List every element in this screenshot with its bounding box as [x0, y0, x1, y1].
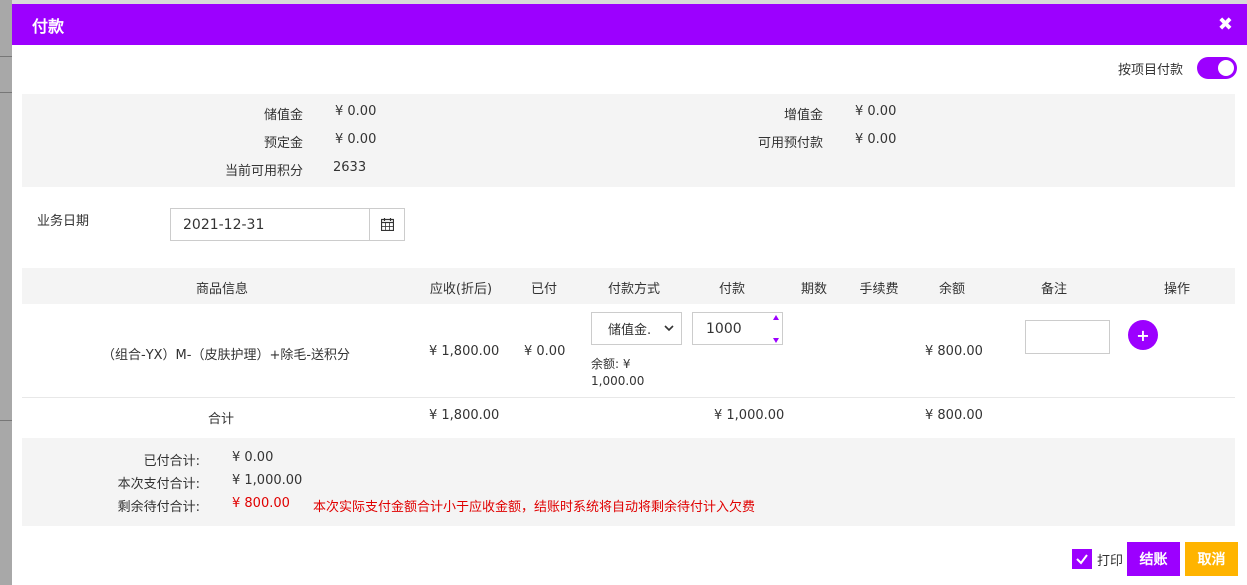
business-date-input[interactable]: [171, 209, 369, 240]
print-label: 打印: [1097, 554, 1124, 569]
total-balance: ¥ 800.00: [925, 408, 983, 423]
total-row: 合计 ¥ 1,800.00 ¥ 1,000.00 ¥ 800.00: [22, 398, 1235, 436]
column-header: 付款方式: [607, 282, 661, 297]
payment-amount-value: 1000: [706, 320, 742, 337]
plus-icon: +: [1136, 325, 1150, 345]
receivable-amount: ¥ 1,800.00: [429, 344, 500, 359]
chevron-down-icon: [664, 325, 674, 332]
balance-info-panel: 储值金 ¥ 0.00 增值金 ¥ 0.00 预定金 ¥ 0.00 可用预付款 ¥…: [22, 94, 1235, 187]
backdrop-divider: [0, 420, 12, 421]
prepay-value: ¥ 0.00: [855, 132, 897, 147]
payment-summary: 已付合计: ¥ 0.00 本次支付合计: ¥ 1,000.00 剩余待付合计: …: [22, 438, 1235, 526]
calendar-icon: [380, 218, 394, 231]
pay-by-item-toggle[interactable]: [1197, 57, 1237, 79]
pay-by-item-label: 按项目付款: [1117, 62, 1183, 78]
this-payment-label: 本次支付合计:: [117, 477, 200, 492]
bonus-value-row: 增值金: [22, 104, 823, 123]
points-row: 当前可用积分: [22, 160, 303, 179]
calendar-button[interactable]: [369, 209, 404, 240]
column-header: 商品信息: [195, 282, 249, 297]
business-date-label: 业务日期: [37, 214, 90, 229]
stepper-buttons: [771, 315, 781, 343]
points-value: 2633: [333, 160, 367, 175]
paid-total-label: 已付合计:: [143, 454, 200, 469]
stored-balance-amount: 1,000.00: [591, 374, 645, 388]
prepay-label: 可用预付款: [757, 136, 823, 151]
column-header: 备注: [1040, 282, 1068, 297]
modal-header: 付款 ✖: [12, 4, 1247, 45]
cancel-button[interactable]: 取消: [1185, 542, 1238, 576]
backdrop-divider: [0, 92, 12, 93]
modal-footer: 打印 结账 取消: [12, 541, 1247, 581]
bonus-value: ¥ 0.00: [855, 104, 897, 119]
this-payment-value: ¥ 1,000.00: [232, 473, 303, 488]
toggle-knob: [1218, 60, 1234, 76]
row-balance: ¥ 800.00: [925, 344, 983, 359]
total-label: 合计: [208, 412, 235, 427]
payment-amount-stepper[interactable]: 1000: [692, 312, 783, 345]
column-header: 手续费: [859, 282, 899, 297]
modal-title: 付款: [32, 16, 65, 36]
total-receivable: ¥ 1,800.00: [429, 408, 500, 423]
backdrop-divider: [0, 56, 12, 57]
total-payment: ¥ 1,000.00: [714, 408, 785, 423]
arrears-warning: 本次实际支付金额合计小于应收金额，结账时系统将自动将剩余待付计入欠费: [313, 500, 756, 515]
close-icon[interactable]: ✖: [1218, 15, 1233, 34]
remark-input[interactable]: [1025, 320, 1110, 354]
add-payment-button[interactable]: +: [1128, 320, 1158, 350]
pay-by-item-toggle-row: 按项目付款: [987, 55, 1247, 81]
business-date-field: [170, 208, 405, 241]
bonus-value-label: 增值金: [783, 108, 823, 123]
stored-balance-note: 余额: ¥ 1,000.00: [591, 356, 644, 390]
this-payment-row: 本次支付合计:: [22, 473, 200, 492]
paid-total-value: ¥ 0.00: [232, 450, 274, 465]
column-header: 已付: [530, 282, 558, 297]
column-header: 余额: [938, 282, 966, 297]
payment-method-value: 储值金.: [608, 323, 652, 338]
prepay-row: 可用预付款: [22, 132, 823, 151]
table-row: （组合-YX）M-（皮肤护理）+除毛-送积分 ¥ 1,800.00 ¥ 0.00…: [22, 304, 1235, 398]
payment-method-select[interactable]: 储值金.: [591, 312, 682, 345]
checkout-button[interactable]: 结账: [1127, 542, 1180, 576]
paid-total-row: 已付合计:: [22, 450, 200, 469]
remaining-value: ¥ 800.00: [232, 496, 290, 511]
column-header: 操作: [1163, 282, 1191, 297]
column-header: 应收(折后): [429, 282, 493, 297]
increment-icon[interactable]: [773, 315, 779, 320]
product-name: （组合-YX）M-（皮肤护理）+除毛-送积分: [102, 348, 351, 363]
column-header: 付款: [718, 282, 746, 297]
column-header: 期数: [800, 282, 828, 297]
remaining-label: 剩余待付合计:: [117, 500, 200, 515]
stored-balance-label: 余额: ¥: [591, 357, 631, 371]
points-label: 当前可用积分: [224, 164, 303, 179]
backdrop-left-strip: [0, 0, 12, 585]
remaining-row: 剩余待付合计:: [22, 496, 200, 515]
check-icon: [1076, 554, 1088, 565]
decrement-icon[interactable]: [773, 338, 779, 343]
items-table-header: 商品信息 应收(折后) 已付 付款方式 付款 期数 手续费 余额 备注 操作: [22, 268, 1235, 304]
paid-amount: ¥ 0.00: [524, 344, 566, 359]
payment-modal: 付款 ✖ 按项目付款 储值金 ¥ 0.00 增值金 ¥ 0.00 预定金 ¥ 0…: [12, 4, 1247, 585]
print-checkbox[interactable]: [1072, 549, 1092, 569]
